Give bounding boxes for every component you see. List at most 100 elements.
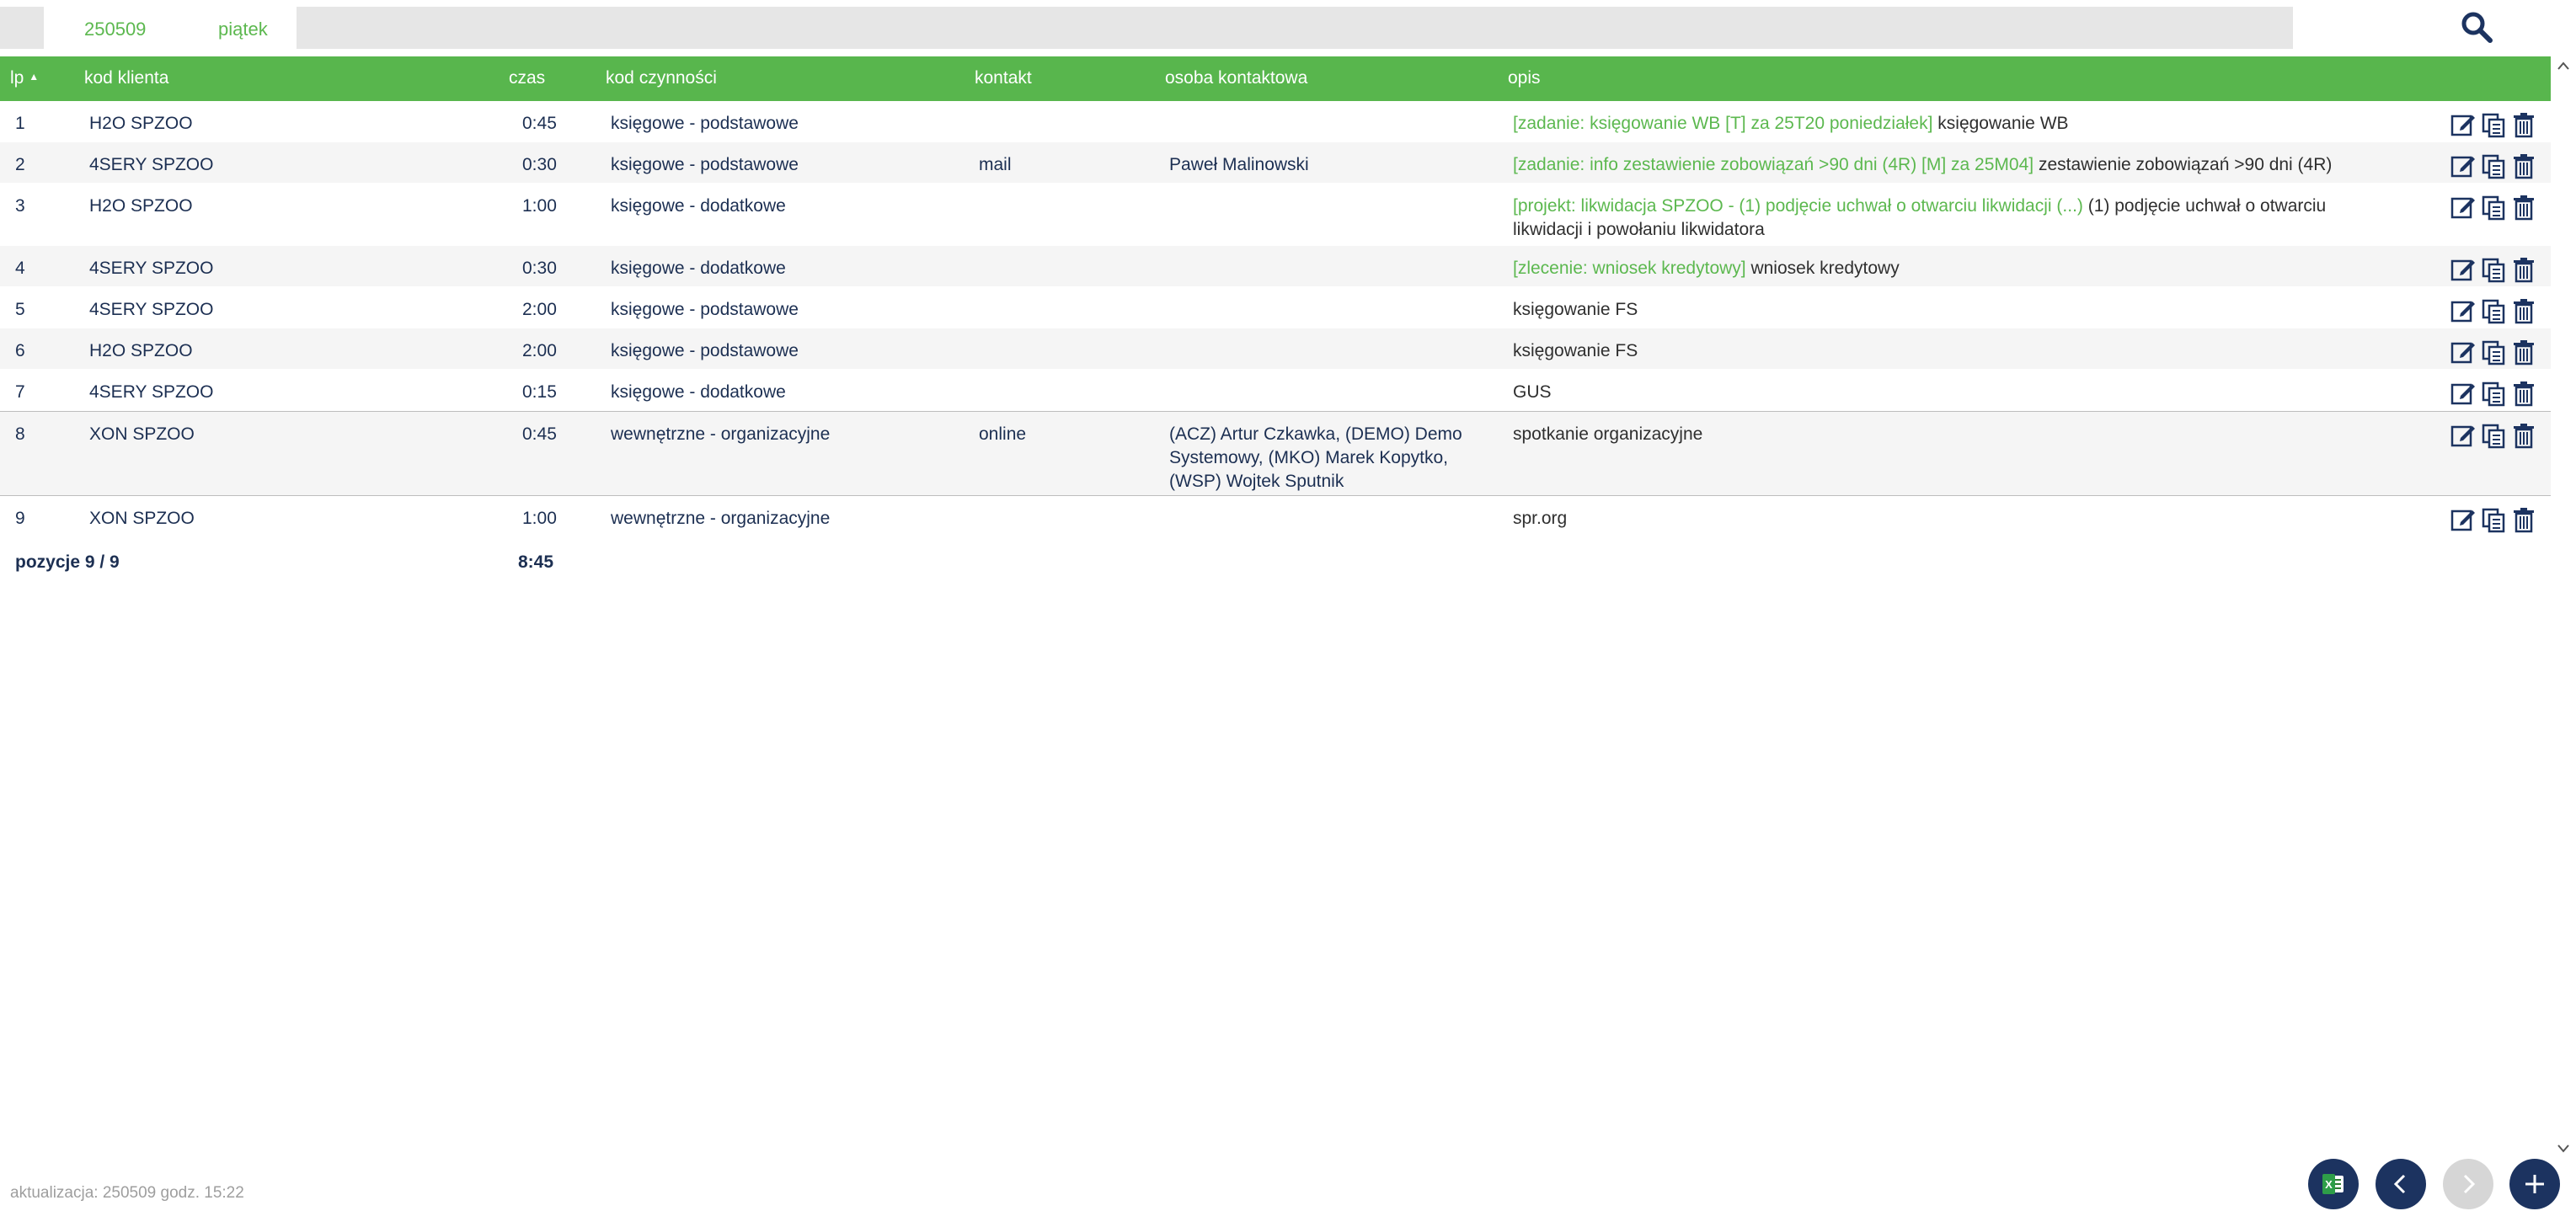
row-actions <box>2450 297 2537 324</box>
row-activity-code: wewnętrzne - organizacyjne <box>611 509 831 528</box>
vertical-scrollbar[interactable] <box>2551 54 2576 1160</box>
top-bar-left-spacer <box>0 7 44 49</box>
table-row[interactable]: 2 4SERY SPZOO 0:30 księgowe - podstawowe mai… <box>0 142 2551 184</box>
header-activity[interactable]: kod czynności <box>606 68 717 88</box>
delete-icon[interactable] <box>2510 152 2537 179</box>
copy-icon[interactable] <box>2480 194 2507 221</box>
row-actions <box>2450 339 2537 365</box>
table-row[interactable]: 7 4SERY SPZOO 0:15 księgowe - dodatkowe GUS <box>0 370 2551 411</box>
row-activity-code: wewnętrzne - organizacyjne <box>611 424 831 444</box>
entries-table: lp ▲ kod klienta czas kod czynności kont… <box>0 56 2551 538</box>
delete-icon[interactable] <box>2510 194 2537 221</box>
table-body: 1 H2O SPZOO 0:45 księgowe - podstawowe [zada… <box>0 101 2551 538</box>
weekday-label[interactable]: piątek <box>218 19 268 40</box>
row-description-link[interactable]: [zlecenie: wniosek kredytowy] <box>1513 259 1746 278</box>
add-entry-button[interactable] <box>2509 1159 2560 1209</box>
next-day-button[interactable] <box>2443 1159 2493 1209</box>
scroll-up-icon[interactable] <box>2556 59 2571 74</box>
row-lp: 1 <box>15 114 25 133</box>
edit-icon[interactable] <box>2450 380 2477 407</box>
row-time: 1:00 <box>522 196 557 216</box>
row-description: GUS <box>1513 381 2364 404</box>
row-time: 0:15 <box>522 382 557 402</box>
row-activity-code: księgowe - podstawowe <box>611 341 799 360</box>
row-time: 0:45 <box>522 114 557 133</box>
filter-bar[interactable] <box>297 7 2293 49</box>
edit-icon[interactable] <box>2450 297 2477 324</box>
header-time[interactable]: czas <box>509 68 545 88</box>
row-lp: 5 <box>15 300 25 319</box>
date-value[interactable]: 250509 <box>84 19 146 40</box>
table-row[interactable]: 6 H2O SPZOO 2:00 księgowe - podstawowe księg… <box>0 328 2551 370</box>
scroll-down-icon[interactable] <box>2556 1140 2571 1155</box>
table-row[interactable]: 5 4SERY SPZOO 2:00 księgowe - podstawowe ksi… <box>0 287 2551 328</box>
edit-icon[interactable] <box>2450 506 2477 533</box>
edit-icon[interactable] <box>2450 194 2477 221</box>
table-row[interactable]: 8 XON SPZOO 0:45 wewnętrzne - organizacyjne… <box>0 411 2551 496</box>
row-actions <box>2450 422 2537 449</box>
delete-icon[interactable] <box>2510 380 2537 407</box>
delete-icon[interactable] <box>2510 297 2537 324</box>
row-description-link[interactable]: [projekt: likwidacja SPZOO - (1) podjęci… <box>1513 196 2083 216</box>
row-client-code: XON SPZOO <box>89 509 195 528</box>
row-time: 2:00 <box>522 300 557 319</box>
edit-icon[interactable] <box>2450 256 2477 283</box>
copy-icon[interactable] <box>2480 152 2507 179</box>
header-person[interactable]: osoba kontaktowa <box>1165 68 1307 88</box>
row-time: 2:00 <box>522 341 557 360</box>
total-time: 8:45 <box>518 552 554 572</box>
row-time: 0:45 <box>522 424 557 444</box>
edit-icon[interactable] <box>2450 422 2477 449</box>
header-contact[interactable]: kontakt <box>975 68 1032 88</box>
table-row[interactable]: 4 4SERY SPZOO 0:30 księgowe - dodatkowe [zle… <box>0 246 2551 287</box>
delete-icon[interactable] <box>2510 506 2537 533</box>
row-description: spotkanie organizacyjne <box>1513 423 2364 446</box>
row-client-code: 4SERY SPZOO <box>89 259 214 278</box>
table-row[interactable]: 1 H2O SPZOO 0:45 księgowe - podstawowe [zada… <box>0 101 2551 142</box>
row-actions <box>2450 506 2537 533</box>
row-activity-code: księgowe - podstawowe <box>611 300 799 319</box>
export-excel-button[interactable]: X <box>2308 1159 2359 1209</box>
row-contact: online <box>979 424 1027 444</box>
row-description-text: księgowanie FS <box>1513 300 1638 319</box>
edit-icon[interactable] <box>2450 111 2477 138</box>
header-lp[interactable]: lp ▲ <box>10 68 39 88</box>
row-lp: 6 <box>15 341 25 360</box>
row-description: księgowanie FS <box>1513 339 2364 363</box>
row-client-code: 4SERY SPZOO <box>89 382 214 402</box>
row-client-code: H2O SPZOO <box>89 196 193 216</box>
last-update-text: aktualizacja: 250509 godz. 15:22 <box>10 1184 244 1202</box>
copy-icon[interactable] <box>2480 506 2507 533</box>
edit-icon[interactable] <box>2450 152 2477 179</box>
row-description-link[interactable]: [zadanie: księgowanie WB [T] za 25T20 po… <box>1513 114 1932 133</box>
row-description-link[interactable]: [zadanie: info zestawienie zobowiązań >9… <box>1513 155 2034 174</box>
copy-icon[interactable] <box>2480 256 2507 283</box>
row-lp: 3 <box>15 196 25 216</box>
row-lp: 8 <box>15 424 25 444</box>
row-actions <box>2450 256 2537 283</box>
row-description-text: księgowanie WB <box>1932 114 2069 133</box>
table-row[interactable]: 3 H2O SPZOO 1:00 księgowe - dodatkowe [proje… <box>0 184 2551 246</box>
delete-icon[interactable] <box>2510 111 2537 138</box>
row-description: spr.org <box>1513 507 2364 531</box>
row-activity-code: księgowe - dodatkowe <box>611 196 786 216</box>
table-row[interactable]: 9 XON SPZOO 1:00 wewnętrzne - organizacyjne… <box>0 496 2551 538</box>
row-actions <box>2450 111 2537 138</box>
top-bar: 250509 piątek <box>0 0 2576 54</box>
header-lp-label: lp <box>10 68 24 88</box>
delete-icon[interactable] <box>2510 256 2537 283</box>
copy-icon[interactable] <box>2480 297 2507 324</box>
header-desc[interactable]: opis <box>1508 68 1541 88</box>
copy-icon[interactable] <box>2480 339 2507 365</box>
copy-icon[interactable] <box>2480 111 2507 138</box>
row-contact-person: Paweł Malinowski <box>1169 155 1309 174</box>
header-client[interactable]: kod klienta <box>84 68 168 88</box>
delete-icon[interactable] <box>2510 422 2537 449</box>
previous-day-button[interactable] <box>2376 1159 2426 1209</box>
copy-icon[interactable] <box>2480 380 2507 407</box>
date-selector[interactable]: 250509 piątek <box>44 7 297 49</box>
search-button[interactable] <box>2460 10 2507 51</box>
copy-icon[interactable] <box>2480 422 2507 449</box>
edit-icon[interactable] <box>2450 339 2477 365</box>
delete-icon[interactable] <box>2510 339 2537 365</box>
